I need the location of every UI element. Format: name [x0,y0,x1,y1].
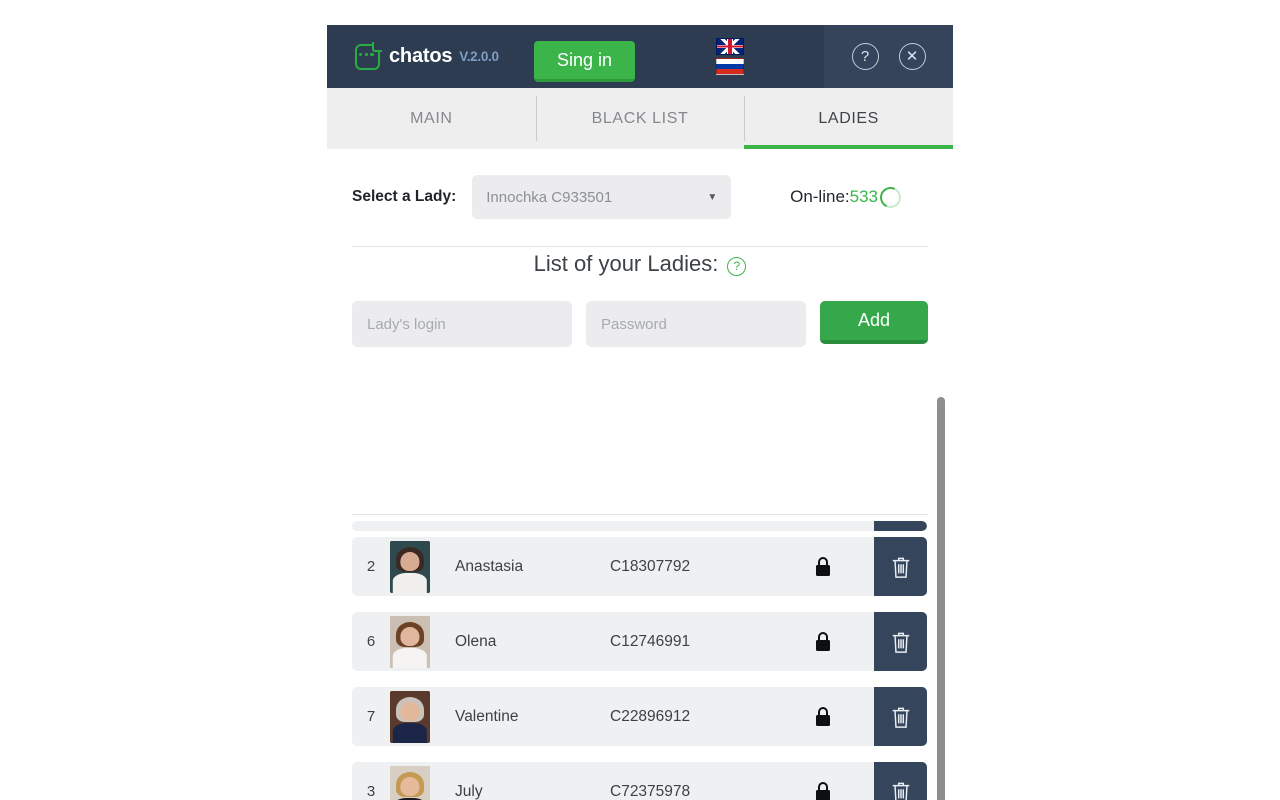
row-name: Valentine [455,707,519,725]
add-lady-button[interactable]: Add [820,301,928,344]
trash-icon[interactable] [874,762,927,800]
chatos-app-window: chatos V.2.0.0 Sing in ? ✕ MAIN BLACK LI… [327,25,953,800]
list-title-text: List of your Ladies: [533,251,719,276]
add-lady-form: Add [327,301,953,347]
row-index: 6 [366,633,376,650]
select-lady-value: Innochka C933501 [486,188,613,206]
content-area: Select a Lady: Innochka C933501 ▼ On-lin… [327,149,953,800]
row-name: July [455,782,483,800]
lock-closed-icon [800,632,846,651]
language-switcher[interactable] [716,38,744,75]
trash-icon[interactable] [874,612,927,671]
close-circle-icon[interactable]: ✕ [898,43,926,70]
row-code: C12746991 [610,632,691,650]
trash-icon[interactable] [874,687,927,746]
chevron-down-icon: ▼ [707,191,718,203]
brand: chatos V.2.0.0 [355,41,499,70]
lock-closed-icon [800,557,846,576]
trash-icon[interactable] [874,521,927,531]
avatar [390,765,430,800]
online-label: On-line: [790,187,850,206]
row-code: C18307792 [610,557,691,575]
select-lady-row: Select a Lady: Innochka C933501 ▼ On-lin… [327,149,953,221]
sign-in-button[interactable]: Sing in [534,41,635,82]
divider-mid [352,514,928,515]
list-scrollbar[interactable] [937,397,945,800]
scrollbar-thumb[interactable] [937,397,945,800]
row-name: Anastasia [455,557,524,575]
table-row-clipped[interactable] [352,521,927,531]
online-count: 533 [849,187,878,206]
row-index: 2 [366,558,376,575]
loading-spinner-icon [877,183,904,211]
lock-closed-icon [800,707,846,726]
table-row[interactable]: 2 Anastasia C18307792 [352,537,927,596]
avatar [390,690,430,743]
question-mark-icon[interactable]: ? [727,256,747,276]
table-row[interactable]: 6 Olena C12746991 [352,612,927,671]
brand-version: V.2.0.0 [459,49,499,64]
flag-uk-icon[interactable] [716,38,744,55]
row-name: Olena [455,632,497,650]
lock-closed-icon [800,782,846,800]
ladies-list[interactable]: 2 Anastasia C18307792 6 Olena C12746991 … [352,521,927,800]
select-lady-dropdown[interactable]: Innochka C933501 ▼ [472,175,732,219]
row-index: 3 [366,783,376,800]
tab-ladies[interactable]: LADIES [744,88,953,149]
select-lady-label: Select a Lady: [352,188,457,205]
row-code: C22896912 [610,707,691,725]
row-code: C72375978 [610,782,691,800]
divider-top [352,246,928,247]
lady-password-input[interactable] [586,301,806,347]
header-tools: ? ✕ [824,25,953,88]
lady-login-input[interactable] [352,301,572,347]
avatar [390,540,430,593]
flag-russia-icon[interactable] [716,58,744,75]
row-index: 7 [366,708,376,725]
trash-icon[interactable] [874,537,927,596]
avatar [390,615,430,668]
question-circle-icon[interactable]: ? [851,43,879,70]
table-row[interactable]: 7 Valentine C22896912 [352,687,927,746]
tab-bar: MAIN BLACK LIST LADIES [327,88,953,149]
online-counter: On-line: 533 [790,183,928,211]
tab-black-list[interactable]: BLACK LIST [535,88,745,149]
chat-logo-icon [355,41,382,70]
app-header: chatos V.2.0.0 Sing in ? ✕ [327,25,953,88]
brand-name: chatos [389,45,453,67]
table-row[interactable]: 3 July C72375978 [352,762,927,800]
list-title: List of your Ladies: ? [327,251,953,277]
tab-main[interactable]: MAIN [327,88,536,149]
